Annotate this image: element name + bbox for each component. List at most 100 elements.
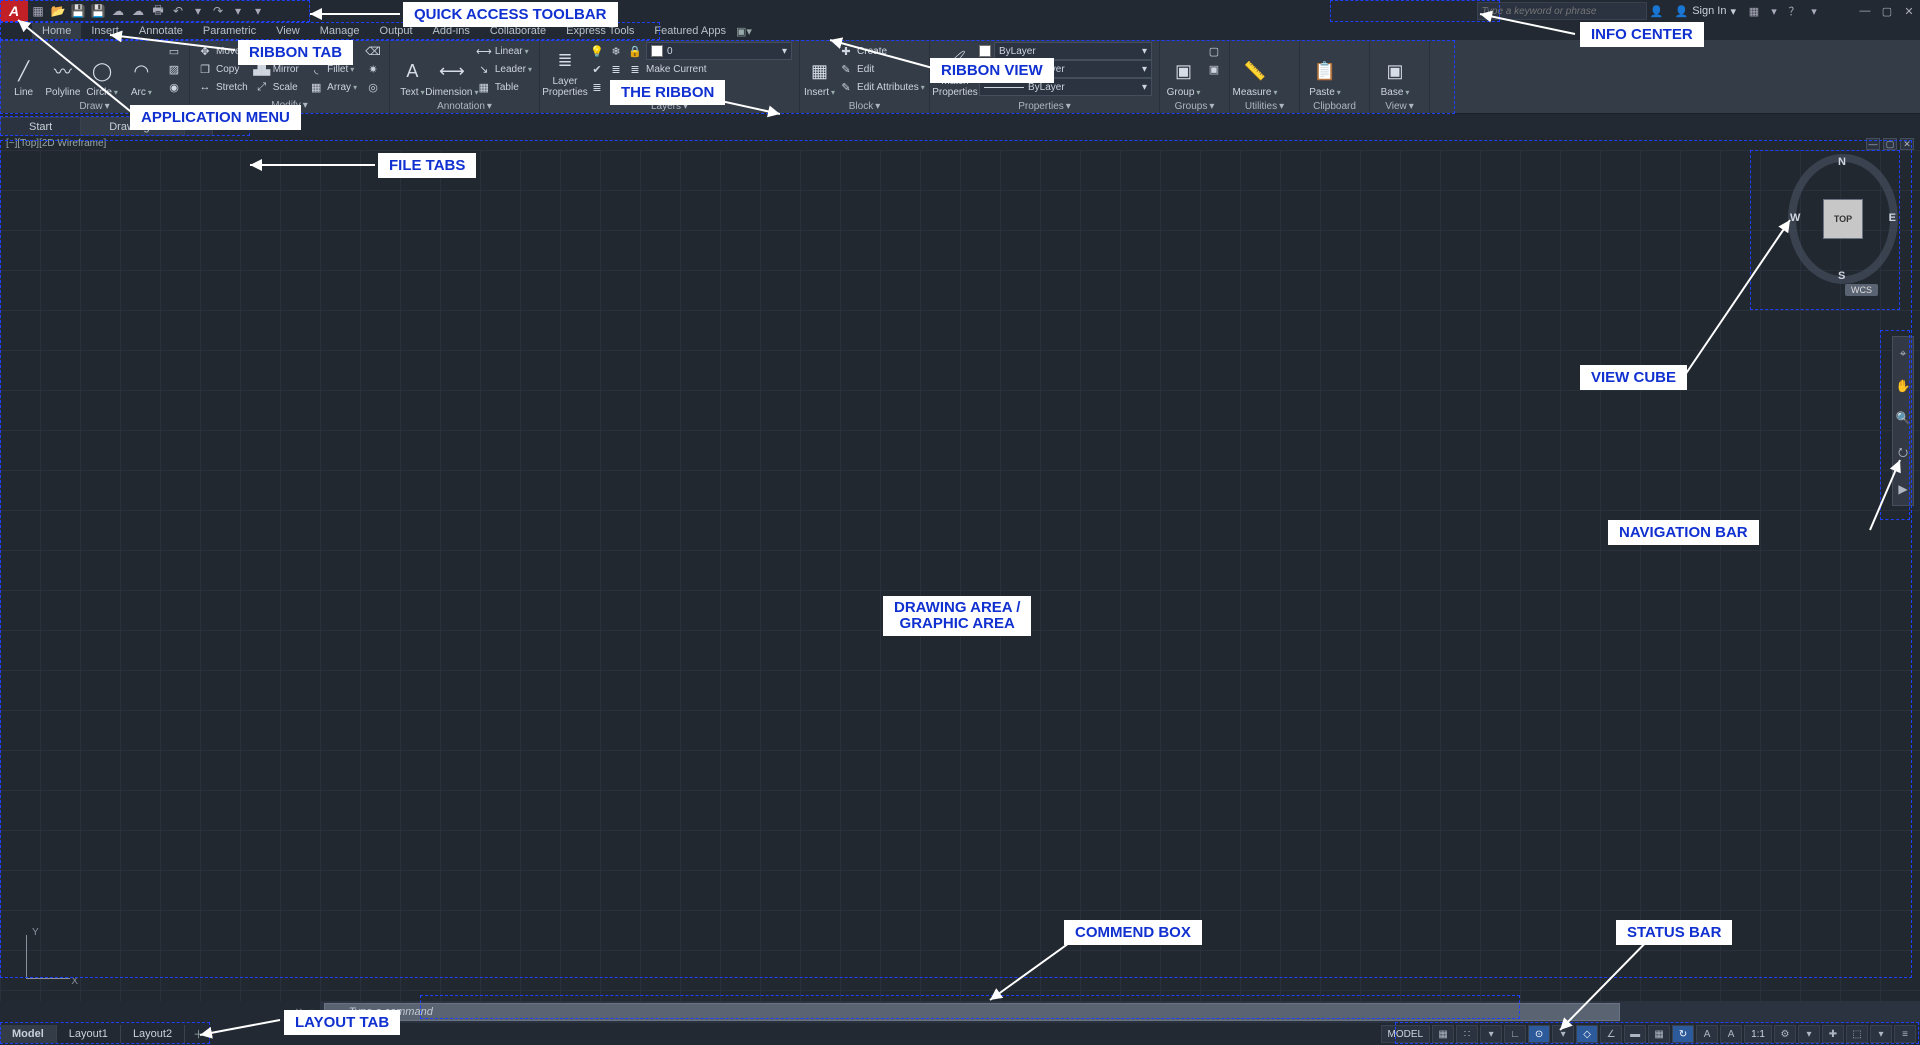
units-icon[interactable]: ⬚ bbox=[1846, 1025, 1868, 1043]
layer-combo[interactable]: 0 ▾ bbox=[646, 42, 792, 60]
qat-new-icon[interactable]: ▦ bbox=[28, 2, 48, 20]
application-menu[interactable]: A bbox=[0, 0, 28, 22]
pan-icon[interactable]: ✋ bbox=[1896, 379, 1911, 393]
layout-tab-add-icon[interactable]: ＋ bbox=[185, 1023, 212, 1045]
window-restore-icon[interactable]: ▢ bbox=[1876, 2, 1898, 20]
layout-tab-model[interactable]: Model bbox=[0, 1025, 57, 1043]
transparency-toggle-icon[interactable]: ▦ bbox=[1648, 1025, 1670, 1043]
polyline-button[interactable]: 〰Polyline bbox=[43, 42, 82, 98]
osnap-toggle-icon[interactable]: ◇ bbox=[1576, 1025, 1598, 1043]
chevron-down-icon[interactable]: ▾ bbox=[875, 101, 880, 112]
ucs-icon[interactable]: Y X bbox=[18, 927, 78, 987]
viewcube-s[interactable]: S bbox=[1838, 270, 1845, 282]
tab-insert[interactable]: Insert bbox=[81, 23, 129, 39]
window-minimize-icon[interactable]: — bbox=[1854, 2, 1876, 20]
bulb-icon[interactable]: 💡 bbox=[589, 43, 605, 59]
file-tab-start[interactable]: Start bbox=[0, 117, 81, 136]
arc-button[interactable]: ◠Arc bbox=[122, 42, 161, 98]
ortho-toggle-icon[interactable]: ∟ bbox=[1504, 1025, 1526, 1043]
qat-openweb-icon[interactable]: ☁ bbox=[108, 2, 128, 20]
layer-properties-button[interactable]: ≣Layer Properties bbox=[544, 42, 586, 98]
rectangle-button[interactable]: ▭ bbox=[163, 42, 185, 60]
tab-featuredapps[interactable]: Featured Apps bbox=[644, 23, 736, 39]
snap-toggle-icon[interactable]: ∷ bbox=[1456, 1025, 1478, 1043]
qat-redo-icon[interactable]: ↷ bbox=[208, 2, 228, 20]
doc-close-icon[interactable]: ✕ bbox=[1900, 138, 1914, 150]
command-input[interactable]: ▸_ Type a command bbox=[324, 1003, 1620, 1021]
ws-dd-icon[interactable]: ▾ bbox=[1798, 1025, 1820, 1043]
selcycle-toggle-icon[interactable]: ↻ bbox=[1672, 1025, 1694, 1043]
lock-icon[interactable]: 🔒 bbox=[627, 43, 643, 59]
offset-button[interactable]: ◎ bbox=[362, 78, 384, 96]
polar-toggle-icon[interactable]: ⊙ bbox=[1528, 1025, 1550, 1043]
viewport-controls[interactable]: [−][Top][2D Wireframe] bbox=[6, 138, 106, 149]
array-button[interactable]: ▦Array bbox=[305, 78, 360, 96]
help-icon[interactable]: ？ bbox=[1784, 2, 1804, 20]
tab-annotate[interactable]: Annotate bbox=[129, 23, 193, 39]
view-cube[interactable]: TOP N S E W bbox=[1788, 154, 1898, 284]
help-dd-icon[interactable]: ▾ bbox=[1804, 2, 1824, 20]
insert-button[interactable]: ▦Insert bbox=[804, 42, 835, 98]
ungroup-button[interactable]: ▢ bbox=[1203, 42, 1225, 60]
base-view-button[interactable]: ▣Base bbox=[1374, 42, 1416, 98]
scale-button[interactable]: ⤢Scale bbox=[251, 78, 305, 96]
workspace-icon[interactable]: ⚙ bbox=[1774, 1025, 1796, 1043]
circle-button[interactable]: ◯Circle bbox=[83, 42, 122, 98]
table-button[interactable]: ▦Table bbox=[473, 78, 535, 96]
tab-parametric[interactable]: Parametric bbox=[193, 23, 266, 39]
group-edit-button[interactable]: ▣ bbox=[1203, 60, 1225, 78]
qat-save-icon[interactable]: 💾 bbox=[68, 2, 88, 20]
chevron-down-icon[interactable]: ▾ bbox=[1209, 101, 1214, 112]
otrack-toggle-icon[interactable]: ∠ bbox=[1600, 1025, 1622, 1043]
zoom-icon[interactable]: 🔍 bbox=[1896, 411, 1911, 425]
hatch-button[interactable]: ▨ bbox=[163, 60, 185, 78]
sign-in-button[interactable]: 👤 Sign In ▾ bbox=[1667, 5, 1744, 18]
drawing-area[interactable]: [−][Top][2D Wireframe] — ▢ ✕ Y X TOP N S… bbox=[0, 136, 1920, 1001]
command-line-handle[interactable]: ✕▾ bbox=[0, 1001, 320, 1023]
leader-button[interactable]: ↘Leader bbox=[473, 60, 535, 78]
doc-minimize-icon[interactable]: — bbox=[1866, 138, 1880, 150]
qat-redo-dd-icon[interactable]: ▾ bbox=[228, 2, 248, 20]
erase-button[interactable]: ⌫ bbox=[362, 42, 384, 60]
qat-open-icon[interactable]: 📂 bbox=[48, 2, 68, 20]
chevron-down-icon[interactable]: ▾ bbox=[303, 100, 308, 111]
window-close-icon[interactable]: ✕ bbox=[1898, 2, 1920, 20]
ribbon-minimize-icon[interactable]: ▣▾ bbox=[736, 25, 752, 38]
chevron-down-icon[interactable]: ▾ bbox=[105, 101, 110, 112]
fullnav-icon[interactable]: ⌖ bbox=[1900, 346, 1907, 361]
qprop-icon[interactable]: ▾ bbox=[1870, 1025, 1892, 1043]
edit-attributes-button[interactable]: ✎Edit Attributes bbox=[835, 78, 928, 96]
freeze-icon[interactable]: ❄ bbox=[608, 43, 624, 59]
wcs-badge[interactable]: WCS bbox=[1845, 284, 1878, 296]
layout-tab-layout2[interactable]: Layout2 bbox=[121, 1025, 185, 1043]
customization-icon[interactable]: ≡ bbox=[1894, 1025, 1916, 1043]
paste-button[interactable]: 📋Paste bbox=[1304, 42, 1346, 98]
navigation-bar[interactable]: ⌖ ✋ 🔍 ⭮ ▶ bbox=[1892, 336, 1914, 506]
orbit-icon[interactable]: ⭮ bbox=[1898, 443, 1908, 464]
autodesk-account-icon[interactable]: 👤 bbox=[1647, 2, 1667, 20]
annotation-monitor-icon[interactable]: ✚ bbox=[1822, 1025, 1844, 1043]
linear-button[interactable]: ⟷Linear bbox=[473, 42, 535, 60]
tab-home[interactable]: Home bbox=[32, 23, 81, 39]
chevron-down-icon[interactable]: ▾ bbox=[1409, 101, 1414, 112]
stay-connected-icon[interactable]: ▾ bbox=[1764, 2, 1784, 20]
measure-button[interactable]: 📏Measure bbox=[1234, 42, 1276, 98]
annoscale-toggle-icon[interactable]: A bbox=[1720, 1025, 1742, 1043]
qat-saveweb-icon[interactable]: ☁ bbox=[128, 2, 148, 20]
stretch-button[interactable]: ↔Stretch bbox=[194, 78, 251, 96]
doc-restore-icon[interactable]: ▢ bbox=[1883, 138, 1897, 150]
chevron-down-icon[interactable]: ▾ bbox=[487, 101, 492, 112]
autodesk-app-icon[interactable]: ▦ bbox=[1744, 2, 1764, 20]
viewcube-top-face[interactable]: TOP bbox=[1823, 199, 1863, 239]
lwt-toggle-icon[interactable]: ▬ bbox=[1624, 1025, 1646, 1043]
grid-toggle-icon[interactable]: ▦ bbox=[1432, 1025, 1454, 1043]
qat-plot-icon[interactable]: 🖶 bbox=[148, 2, 168, 20]
make-current-button[interactable]: ✔≣≣Make Current bbox=[586, 60, 795, 78]
chevron-down-icon[interactable]: ▾ bbox=[1279, 101, 1284, 112]
dimension-button[interactable]: ⟷Dimension bbox=[431, 42, 473, 98]
qat-saveas-icon[interactable]: 💾 bbox=[88, 2, 108, 20]
qat-undo-icon[interactable]: ↶ bbox=[168, 2, 188, 20]
color-swatch[interactable] bbox=[979, 45, 991, 57]
ellipse-button[interactable]: ◉ bbox=[163, 78, 185, 96]
viewcube-e[interactable]: E bbox=[1889, 212, 1896, 224]
